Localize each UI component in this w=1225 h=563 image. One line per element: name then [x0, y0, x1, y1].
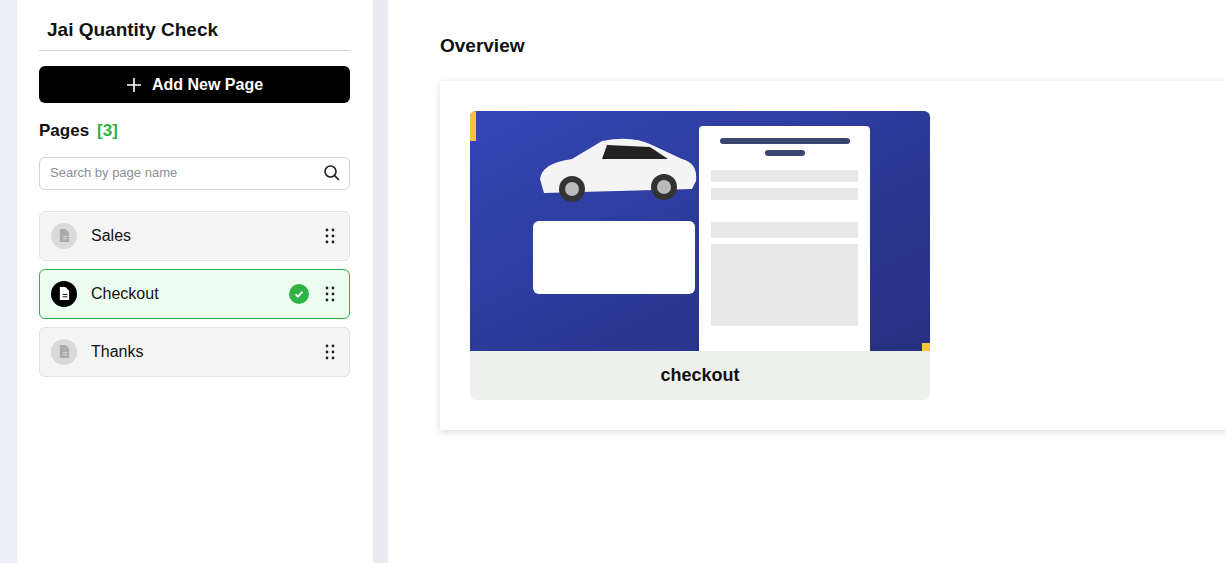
page-label: Checkout — [91, 282, 275, 306]
page-item[interactable]: Thanks — [39, 327, 350, 377]
overview-panel: Overview checkout — [388, 0, 1225, 563]
page-icon — [51, 223, 77, 249]
check-icon — [289, 284, 309, 304]
project-title: Jai Quantity Check — [47, 18, 350, 42]
drag-handle-icon[interactable] — [325, 286, 335, 302]
left-gutter — [0, 0, 17, 563]
add-new-page-label: Add New Page — [152, 73, 263, 97]
pages-label: Pages — [39, 118, 89, 144]
pages-count: [3] — [97, 118, 118, 144]
page-label: Sales — [91, 224, 309, 248]
page-icon — [51, 281, 77, 307]
drag-handle-icon[interactable] — [325, 228, 335, 244]
page-item[interactable]: Checkout — [39, 269, 350, 319]
page-thumbnail — [470, 111, 930, 351]
plus-icon — [126, 77, 142, 93]
drag-handle-icon[interactable] — [325, 344, 335, 360]
add-new-page-button[interactable]: Add New Page — [39, 66, 350, 103]
page-preview-card[interactable]: checkout — [470, 111, 930, 400]
page-icon — [51, 339, 77, 365]
page-card-label: checkout — [470, 351, 930, 400]
search-icon[interactable] — [323, 164, 341, 182]
pages-heading: Pages [3] — [39, 118, 350, 144]
sidebar: Jai Quantity Check Add New Page Pages [3… — [17, 0, 373, 563]
divider — [373, 0, 388, 563]
project-header: Jai Quantity Check — [39, 0, 350, 51]
search-field — [39, 157, 350, 190]
search-input[interactable] — [50, 163, 323, 183]
page-list: Sales Checkout Thanks — [39, 211, 350, 377]
overview-card: checkout — [440, 81, 1225, 430]
page-label: Thanks — [91, 340, 309, 364]
page-item[interactable]: Sales — [39, 211, 350, 261]
overview-title: Overview — [440, 34, 1225, 58]
